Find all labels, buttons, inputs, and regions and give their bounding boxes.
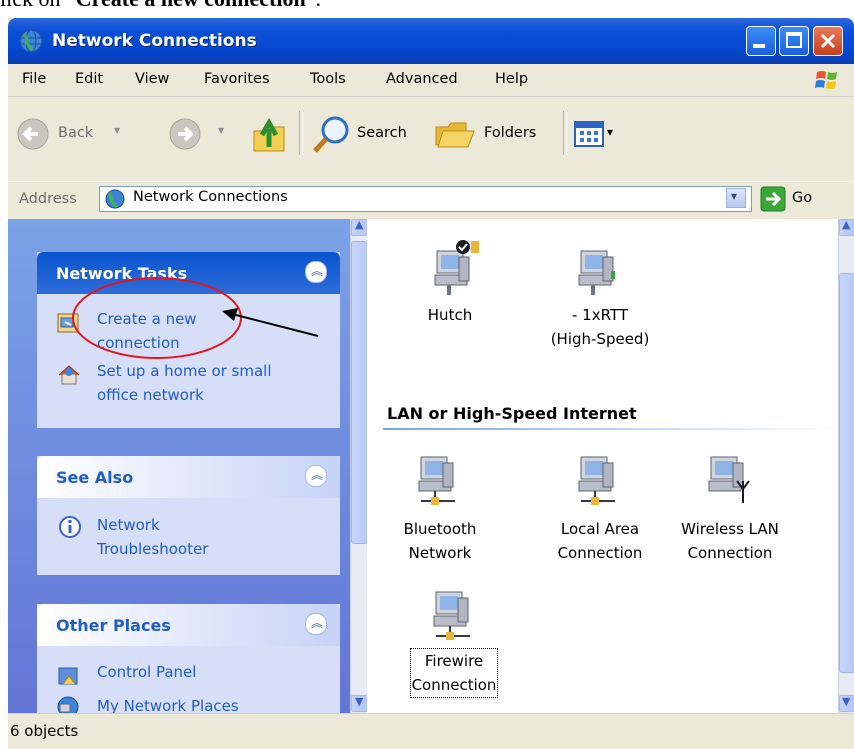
annotation-overlay — [72, 277, 319, 359]
arrowhead-icon — [222, 308, 238, 321]
highlight-ellipse — [72, 277, 242, 359]
pointer-arrow — [231, 313, 319, 337]
